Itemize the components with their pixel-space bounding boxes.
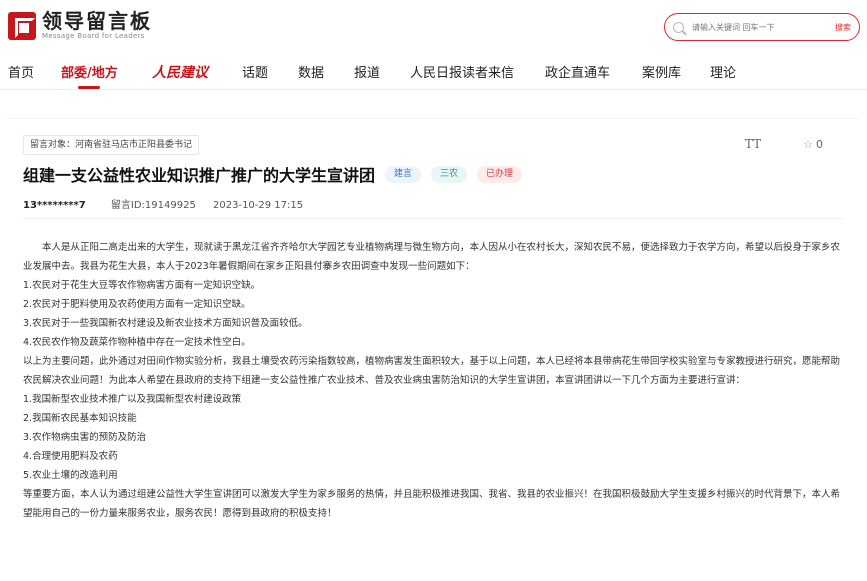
like-count: 0 <box>816 137 823 151</box>
paragraph: 3.农作物病虫害的预防及防治 <box>23 432 147 443</box>
search-box: 搜索 <box>664 13 860 41</box>
nav-item-topics[interactable]: 话题 <box>242 62 268 81</box>
nav-item-case-library[interactable]: 案例库 <box>642 62 681 81</box>
message-meta: 13********7 留言ID:19149925 2023-10-29 17:… <box>23 196 303 211</box>
logo-icon <box>8 11 36 40</box>
tag-suggestion[interactable]: 建言 <box>385 165 422 183</box>
search-icon <box>673 21 684 33</box>
message-id: 留言ID:19149925 <box>110 200 196 211</box>
nav-item-home[interactable]: 首页 <box>8 62 34 81</box>
paragraph: 2.我国新农民基本知识技能 <box>23 413 137 424</box>
author: 13********7 <box>23 200 86 211</box>
status-badge: 已办理 <box>477 165 523 183</box>
message-title: 组建一支公益性农业知识推广推广的大学生宣讲团 <box>23 166 376 185</box>
paragraph: 1.农民对于花生大豆等农作物病害方面有一定知识空缺。 <box>23 280 261 291</box>
star-icon[interactable]: ☆ <box>803 138 813 151</box>
paragraph: 以上为主要问题，此外通过对田间作物实验分析，我县土壤受农药污染指数较高，植物病害… <box>23 356 841 386</box>
tag-agriculture[interactable]: 三农 <box>431 165 468 183</box>
search-input[interactable] <box>692 22 812 32</box>
nav-item-reports[interactable]: 报道 <box>354 62 380 81</box>
logo-title: 领导留言板 <box>42 9 152 33</box>
paragraph: 1.我国新型农业技术推广以及我国新型农村建设政策 <box>23 394 242 405</box>
nav-item-theory[interactable]: 理论 <box>710 62 736 81</box>
nav-item-data[interactable]: 数据 <box>298 62 324 81</box>
paragraph: 5.农业土壤的改造利用 <box>23 470 118 481</box>
nav-item-readers-letters[interactable]: 人民日报读者来信 <box>410 62 514 81</box>
message-target: 留言对象：河南省驻马店市正阳县委书记 <box>23 135 200 155</box>
divider <box>23 218 843 219</box>
message-body: 本人是从正阳二高走出来的大学生，现就读于黑龙江省齐齐哈尔大学园艺专业植物病理与微… <box>23 238 847 523</box>
message-tools: TT ☆ 0 <box>745 137 823 151</box>
logo-subtitle: Message Board for Leaders <box>42 32 145 40</box>
site-logo[interactable]: 领导留言板 Message Board for Leaders <box>8 10 152 41</box>
font-size-icon[interactable]: TT <box>745 137 761 151</box>
paragraph: 等重要方面，本人认为通过组建公益性大学生宣讲团可以激发大学生为家乡服务的热情，并… <box>23 489 841 519</box>
message-card: 留言对象：河南省驻马店市正阳县委书记 TT ☆ 0 组建一支公益性农业知识推广推… <box>7 118 859 581</box>
site-header: 领导留言板 Message Board for Leaders 搜索 <box>0 0 867 52</box>
main-nav: 首页 部委/地方 人民建议 话题 数据 报道 人民日报读者来信 政企直通车 案例… <box>0 56 867 90</box>
search-button[interactable]: 搜索 <box>835 22 851 33</box>
paragraph: 4.农民农作物及蔬菜作物种植中存在一定技术性空白。 <box>23 337 251 348</box>
paragraph: 4.合理使用肥料及农药 <box>23 451 118 462</box>
paragraph: 2.农民对于肥料使用及农药使用方面有一定知识空缺。 <box>23 299 251 310</box>
message-datetime: 2023-10-29 17:15 <box>213 200 304 211</box>
nav-item-people-suggestions[interactable]: 人民建议 <box>152 62 208 82</box>
paragraph: 本人是从正阳二高走出来的大学生，现就读于黑龙江省齐齐哈尔大学园艺专业植物病理与微… <box>23 242 841 272</box>
nav-item-enterprise-express[interactable]: 政企直通车 <box>545 62 610 81</box>
nav-item-ministries[interactable]: 部委/地方 <box>61 62 118 81</box>
paragraph: 3.农民对于一些我国新农村建设及新农业技术方面知识普及面较低。 <box>23 318 308 329</box>
